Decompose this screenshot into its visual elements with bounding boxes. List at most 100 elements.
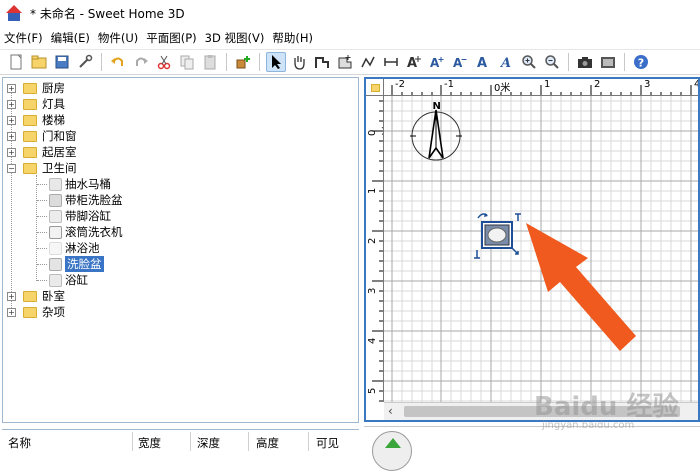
save-icon[interactable]: [52, 52, 72, 72]
tree-guide-line: [37, 280, 47, 281]
italic-text-icon[interactable]: A: [496, 52, 516, 72]
pan-icon[interactable]: [289, 52, 309, 72]
category-label: 杂项: [42, 305, 65, 319]
create-labels-icon[interactable]: A: [404, 52, 424, 72]
toolbar-separator: [624, 53, 625, 71]
menu-furniture[interactable]: 物件(U): [94, 30, 142, 46]
toolbar-separator: [568, 53, 569, 71]
svg-text:?: ?: [638, 57, 644, 70]
preferences-icon[interactable]: [75, 52, 95, 72]
scrollbar-thumb[interactable]: [404, 406, 680, 417]
tree-category-kitchen[interactable]: + 厨房: [3, 80, 65, 96]
folder-icon: [23, 82, 37, 94]
item-label: 洗脸盆: [65, 256, 104, 272]
column-divider: [190, 432, 191, 451]
tree-item-washing-machine[interactable]: 滚筒洗衣机: [49, 224, 123, 240]
menu-plan[interactable]: 平面图(P): [142, 30, 200, 46]
tree-item-sink[interactable]: 洗脸盆: [49, 256, 104, 272]
undo-icon[interactable]: [108, 52, 128, 72]
item-label: 带柜洗脸盆: [65, 193, 123, 207]
paste-icon[interactable]: [200, 52, 220, 72]
create-rooms-icon[interactable]: [335, 52, 355, 72]
tree-item-cabinet-sink[interactable]: 带柜洗脸盆: [49, 192, 123, 208]
tree-category-living-room[interactable]: + 起居室: [3, 144, 77, 160]
category-label: 厨房: [42, 81, 65, 95]
copy-icon[interactable]: [177, 52, 197, 72]
open-icon[interactable]: [29, 52, 49, 72]
create-photo-icon[interactable]: [575, 52, 595, 72]
add-furniture-icon[interactable]: [233, 52, 253, 72]
svg-text:A: A: [477, 56, 487, 70]
ruler-vertical: 0米 1 2 3 4 5: [366, 96, 384, 402]
plan-grid[interactable]: N: [384, 96, 698, 402]
create-video-icon[interactable]: [598, 52, 618, 72]
tree-category-bedroom[interactable]: + 卧室: [3, 288, 65, 304]
scroll-left-icon[interactable]: ‹: [388, 404, 393, 418]
furniture-table-header: 名称 宽度 深度 高度 可见: [2, 429, 359, 451]
menu-bar: 文件(F) 编辑(E) 物件(U) 平面图(P) 3D 视图(V) 帮助(H): [0, 28, 700, 48]
tree-category-stairs[interactable]: + 楼梯: [3, 112, 65, 128]
help-icon[interactable]: ?: [631, 52, 651, 72]
tree-category-lights[interactable]: + 灯具: [3, 96, 65, 112]
column-width[interactable]: 宽度: [138, 435, 161, 451]
tree-item-bathtub[interactable]: 浴缸: [49, 272, 88, 288]
column-height[interactable]: 高度: [256, 435, 279, 451]
item-label: 带脚浴缸: [65, 209, 111, 223]
redo-icon[interactable]: [131, 52, 151, 72]
folder-icon: [23, 162, 37, 174]
menu-file[interactable]: 文件(F): [0, 30, 47, 46]
svg-text:A: A: [430, 56, 440, 70]
ruler-horizontal-ticks: [391, 85, 692, 95]
create-walls-icon[interactable]: [312, 52, 332, 72]
furniture-catalog-tree[interactable]: + 厨房 + 灯具 + 楼梯 + 门和窗 + 起居室 − 卫生间 抽水马桶 带柜…: [2, 77, 359, 423]
column-depth[interactable]: 深度: [197, 435, 220, 451]
plan-canvas[interactable]: N: [384, 96, 698, 402]
expand-icon[interactable]: +: [7, 147, 16, 157]
column-divider: [308, 432, 309, 451]
folder-icon: [23, 290, 37, 302]
cabinet-sink-icon: [49, 193, 62, 207]
folder-icon: [23, 130, 37, 142]
ruler-tick-label: 3: [644, 79, 651, 90]
plan-view[interactable]: -2 -1 0米 1 2 3 4 0米 1 2 3 4 5: [364, 77, 700, 422]
tree-category-misc[interactable]: + 杂项: [3, 304, 65, 320]
cut-icon[interactable]: [154, 52, 174, 72]
menu-edit[interactable]: 编辑(E): [47, 30, 94, 46]
tree-item-clawfoot-tub[interactable]: 带脚浴缸: [49, 208, 111, 224]
tree-category-doors-windows[interactable]: + 门和窗: [3, 128, 77, 144]
3d-navigation-button[interactable]: [372, 431, 412, 471]
compass-rose[interactable]: [410, 109, 462, 161]
bold-text-icon[interactable]: A: [473, 52, 493, 72]
tree-category-bathroom[interactable]: − 卫生间: [3, 160, 77, 176]
menu-3d-view[interactable]: 3D 视图(V): [201, 30, 269, 46]
expand-icon[interactable]: +: [7, 307, 16, 317]
tree-item-shower[interactable]: 淋浴池: [49, 240, 100, 256]
folder-icon: [23, 306, 37, 318]
tree-item-toilet[interactable]: 抽水马桶: [49, 176, 111, 192]
horizontal-scrollbar[interactable]: ‹: [384, 402, 698, 420]
create-dimensions-icon[interactable]: [381, 52, 401, 72]
folder-icon: [23, 114, 37, 126]
menu-help[interactable]: 帮助(H): [268, 30, 317, 46]
category-label: 灯具: [42, 97, 65, 111]
select-icon[interactable]: [266, 52, 286, 72]
expand-icon[interactable]: +: [7, 99, 16, 109]
create-polylines-icon[interactable]: [358, 52, 378, 72]
3d-view-area[interactable]: [364, 426, 700, 471]
new-icon[interactable]: [6, 52, 26, 72]
expand-icon[interactable]: +: [7, 131, 16, 141]
zoom-in-icon[interactable]: [519, 52, 539, 72]
ruler-tick-label: 1: [367, 187, 378, 194]
column-visible[interactable]: 可见: [316, 435, 339, 451]
ruler-tick-label: 0米: [494, 83, 511, 94]
collapse-icon[interactable]: −: [7, 163, 16, 173]
increase-text-icon[interactable]: A: [427, 52, 447, 72]
zoom-out-icon[interactable]: [542, 52, 562, 72]
expand-icon[interactable]: +: [7, 83, 16, 93]
decrease-text-icon[interactable]: A: [450, 52, 470, 72]
ruler-tick-label: 2: [367, 237, 378, 244]
expand-icon[interactable]: +: [7, 291, 16, 301]
column-name[interactable]: 名称: [8, 435, 31, 451]
compass-north-label: N: [433, 101, 441, 112]
expand-icon[interactable]: +: [7, 115, 16, 125]
